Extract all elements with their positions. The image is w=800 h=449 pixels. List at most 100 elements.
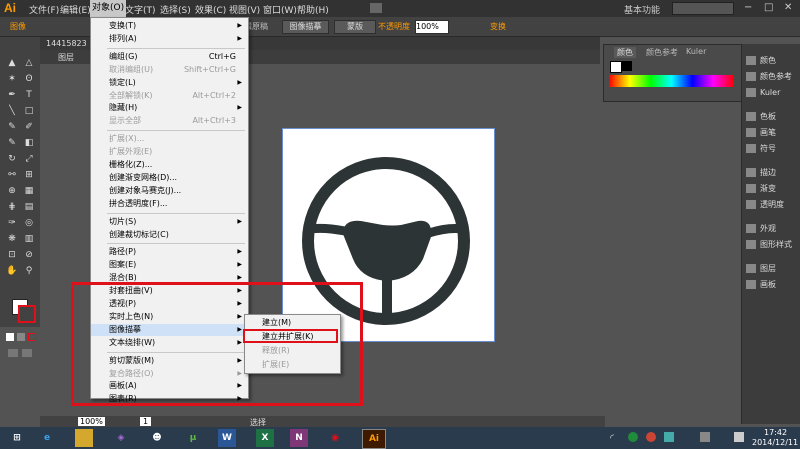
perspective-grid-tool-icon[interactable]: ▦ xyxy=(22,185,36,197)
color-spectrum[interactable] xyxy=(609,75,734,87)
object-menu-item[interactable]: 创建渐变网格(D)... xyxy=(91,172,248,184)
column-graph-tool-icon[interactable]: ▥ xyxy=(22,233,36,245)
opacity-label[interactable]: 不透明度 xyxy=(378,21,410,32)
screen-mode-icon[interactable] xyxy=(22,349,32,357)
object-menu-item[interactable]: 路径(P) ▶ xyxy=(91,246,248,258)
excel-icon[interactable]: X xyxy=(256,429,274,447)
menu-window[interactable]: 窗口(W) xyxy=(263,3,297,16)
menu-file[interactable]: 文件(F) xyxy=(29,3,59,16)
blob-brush-tool-icon[interactable]: ✎ xyxy=(5,137,19,149)
object-menu-item[interactable]: 锁定(L) ▶ xyxy=(91,77,248,89)
gradient-tool-icon[interactable]: ▤ xyxy=(22,201,36,213)
stroke-swatch[interactable] xyxy=(18,305,36,323)
object-menu-item[interactable]: 创建对象马赛克(J)... xyxy=(91,185,248,197)
mask-button[interactable]: 蒙版 xyxy=(334,20,376,34)
tray-app-icon-2[interactable] xyxy=(646,432,656,442)
clock-date[interactable]: 2014/12/11 xyxy=(752,438,798,447)
ie-icon[interactable]: e xyxy=(38,429,56,447)
dock-stroke[interactable]: 描边 xyxy=(746,166,800,179)
object-menu-item[interactable]: 切片(S) ▶ xyxy=(91,216,248,228)
hand-tool-icon[interactable]: ✋ xyxy=(5,265,19,277)
pencil-tool-icon[interactable]: ✐ xyxy=(22,121,36,133)
free-transform-tool-icon[interactable]: ⊞ xyxy=(22,169,36,181)
utorrent-icon[interactable]: µ xyxy=(184,429,202,447)
gradient-mode-icon[interactable] xyxy=(17,333,25,341)
explorer-icon[interactable] xyxy=(75,429,93,447)
dock-symbols[interactable]: 符号 xyxy=(746,142,800,155)
zoom-field[interactable]: 100% xyxy=(78,417,105,426)
width-tool-icon[interactable]: ⚯ xyxy=(5,169,19,181)
selection-tool-icon[interactable]: ▲ xyxy=(5,57,19,69)
color-panel-tab-color[interactable]: 颜色 xyxy=(614,47,636,58)
transform-link[interactable]: 变换 xyxy=(490,21,506,32)
none-mode-icon[interactable] xyxy=(28,333,36,341)
word-icon[interactable]: W xyxy=(218,429,236,447)
menu-help[interactable]: 帮助(H) xyxy=(297,3,329,16)
maximize-icon[interactable]: □ xyxy=(764,2,773,13)
minimize-icon[interactable]: − xyxy=(744,2,752,13)
doc-tab-filename[interactable]: 14415823 xyxy=(46,39,87,48)
search-input[interactable] xyxy=(672,2,734,15)
object-menu-item[interactable]: 创建裁切标记(C) xyxy=(91,229,248,241)
artboard-tool-icon[interactable]: ⊡ xyxy=(5,249,19,261)
line-tool-icon[interactable]: ╲ xyxy=(5,105,19,117)
object-menu-item[interactable]: 图案(E) ▶ xyxy=(91,259,248,271)
type-tool-icon[interactable]: T xyxy=(22,89,36,101)
rotate-tool-icon[interactable]: ↻ xyxy=(5,153,19,165)
eraser-tool-icon[interactable]: ◧ xyxy=(22,137,36,149)
dock-appearance[interactable]: 外观 xyxy=(746,222,800,235)
dock-layers[interactable]: 图层 xyxy=(746,262,800,275)
qq-icon[interactable]: ☻ xyxy=(148,429,166,447)
menu-select[interactable]: 选择(S) xyxy=(160,3,191,16)
illustrator-taskbar-icon[interactable]: Ai xyxy=(362,429,386,449)
fill-color-swatch[interactable] xyxy=(610,61,622,73)
scale-tool-icon[interactable]: ⤢ xyxy=(22,153,36,165)
menu-object[interactable]: 对象(O) xyxy=(90,0,127,17)
page-field[interactable]: 1 xyxy=(140,417,152,426)
wifi-icon[interactable]: ◜ xyxy=(610,433,614,444)
paintbrush-tool-icon[interactable]: ✎ xyxy=(5,121,19,133)
dock-gradient[interactable]: 渐变 xyxy=(746,182,800,195)
menu-view[interactable]: 视图(V) xyxy=(229,3,260,16)
rectangle-tool-icon[interactable]: □ xyxy=(22,105,36,117)
eyedropper-tool-icon[interactable]: ✑ xyxy=(5,217,19,229)
netease-music-icon[interactable]: ◉ xyxy=(326,429,344,447)
object-menu-item[interactable]: 编组(G) Ctrl+G xyxy=(91,51,248,63)
tray-app-icon[interactable] xyxy=(628,432,638,442)
object-menu-item[interactable]: 排列(A) ▶ xyxy=(91,33,248,45)
menu-edit[interactable]: 编辑(E) xyxy=(60,3,91,16)
clock-time[interactable]: 17:42 xyxy=(764,428,787,437)
blend-tool-icon[interactable]: ◎ xyxy=(22,217,36,229)
color-panel-tab-kuler[interactable]: Kuler xyxy=(686,47,706,56)
dock-artboards[interactable]: 画板 xyxy=(746,278,800,291)
doc-tab-label[interactable]: 图层 xyxy=(58,52,74,63)
volume-icon[interactable] xyxy=(700,432,710,442)
ime-icon[interactable] xyxy=(734,432,744,442)
bridge-icon[interactable] xyxy=(370,3,382,13)
object-menu-item[interactable]: 栅格化(Z)... xyxy=(91,159,248,171)
dock-swatches[interactable]: 色板 xyxy=(746,110,800,123)
dock-transparency[interactable]: 透明度 xyxy=(746,198,800,211)
dock-kuler[interactable]: Kuler xyxy=(746,86,800,99)
magic-wand-tool-icon[interactable]: ✶ xyxy=(5,73,19,85)
symbol-sprayer-tool-icon[interactable]: ❋ xyxy=(5,233,19,245)
visual-studio-icon[interactable]: ◈ xyxy=(112,429,130,447)
mesh-tool-icon[interactable]: ⋕ xyxy=(5,201,19,213)
zoom-tool-icon[interactable]: ⚲ xyxy=(22,265,36,277)
menu-type[interactable]: 文字(T) xyxy=(125,3,156,16)
color-panel-tab-guide[interactable]: 颜色参考 xyxy=(646,47,678,58)
object-menu-item[interactable]: 变换(T) ▶ xyxy=(91,20,248,32)
pen-tool-icon[interactable]: ✒ xyxy=(5,89,19,101)
opacity-field[interactable]: 100% xyxy=(415,20,449,34)
windows-start-icon[interactable]: ⊞ xyxy=(8,429,26,447)
object-menu-item[interactable]: 拼合透明度(F)... xyxy=(91,198,248,210)
onenote-icon[interactable]: N xyxy=(290,429,308,447)
color-mode-icon[interactable] xyxy=(6,333,14,341)
dock-graphic-styles[interactable]: 图形样式 xyxy=(746,238,800,251)
menu-effect[interactable]: 效果(C) xyxy=(195,3,226,16)
stroke-color-swatch[interactable] xyxy=(622,61,632,71)
dock-color[interactable]: 颜色 xyxy=(746,54,800,67)
shape-builder-tool-icon[interactable]: ⊕ xyxy=(5,185,19,197)
slice-tool-icon[interactable]: ⊘ xyxy=(22,249,36,261)
draw-mode-icon[interactable] xyxy=(8,349,18,357)
